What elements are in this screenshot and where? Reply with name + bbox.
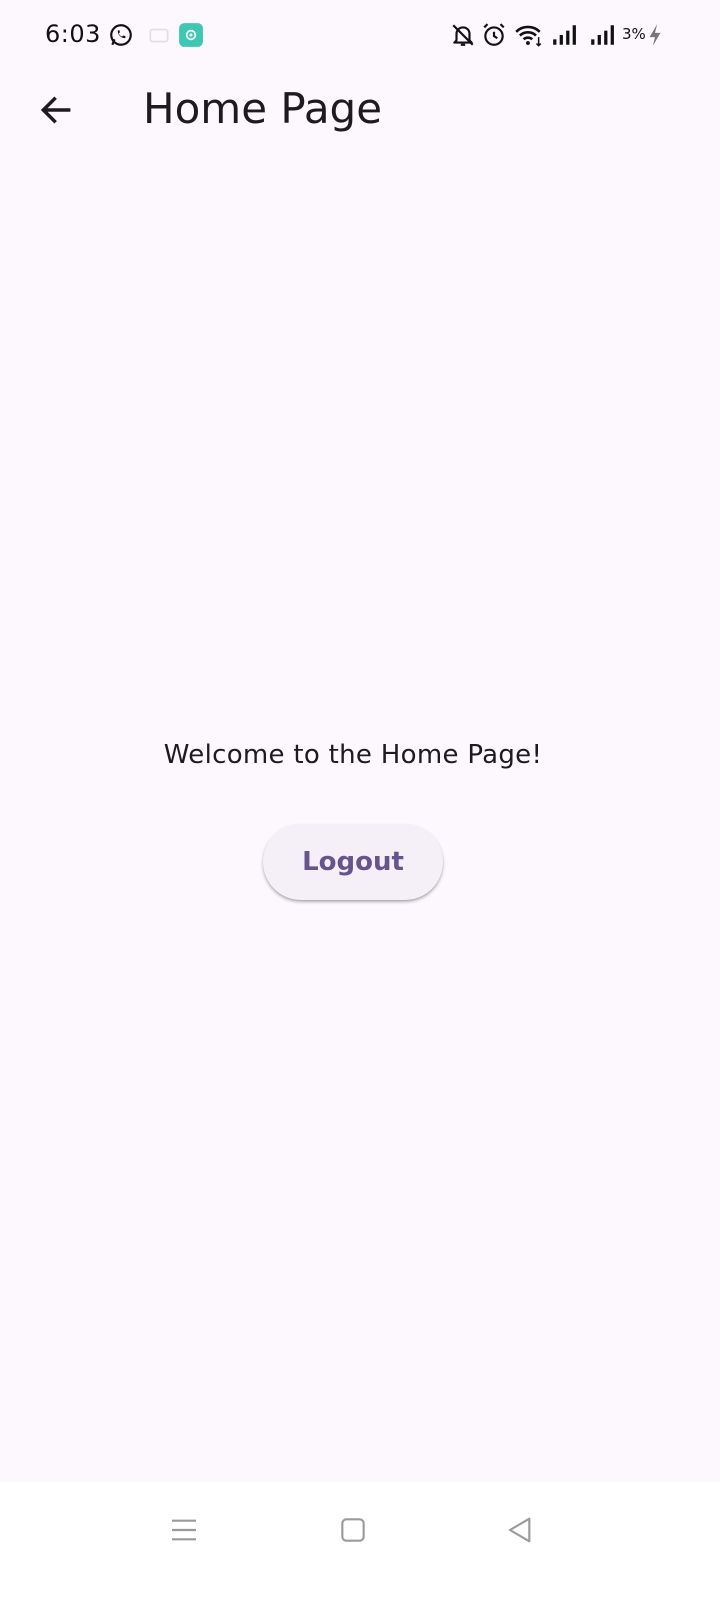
- back-button[interactable]: [20, 74, 92, 146]
- page-title: Home Page: [143, 84, 383, 133]
- screen: 6:03 3% Home Page Welcome to the Home Pa…: [0, 0, 720, 1600]
- whatsapp-icon: [108, 22, 134, 48]
- back-triangle-icon: [508, 1517, 531, 1543]
- charging-icon: [646, 22, 664, 48]
- home-square-icon: [341, 1518, 365, 1542]
- signal-icon: [589, 22, 615, 48]
- status-bar: 6:03 3%: [0, 0, 720, 72]
- status-time: 6:03: [45, 20, 101, 48]
- back-nav-button[interactable]: [496, 1506, 544, 1554]
- arrow-left-icon: [40, 96, 71, 124]
- recents-button[interactable]: [160, 1506, 208, 1554]
- home-button[interactable]: [329, 1506, 377, 1554]
- app-icon: [178, 22, 204, 48]
- logout-button[interactable]: Logout: [263, 824, 443, 900]
- notification-icon: [146, 22, 172, 48]
- signal-icon: [551, 22, 577, 48]
- nav-bar: [0, 1482, 720, 1600]
- welcome-text: Welcome to the Home Page!: [163, 740, 543, 770]
- app-bar: Home Page: [0, 72, 720, 148]
- menu-icon: [172, 1519, 196, 1541]
- alarm-icon: [481, 22, 507, 48]
- bell-off-icon: [450, 22, 476, 48]
- battery-percent: 3%: [622, 25, 646, 43]
- wifi-icon: [514, 22, 544, 48]
